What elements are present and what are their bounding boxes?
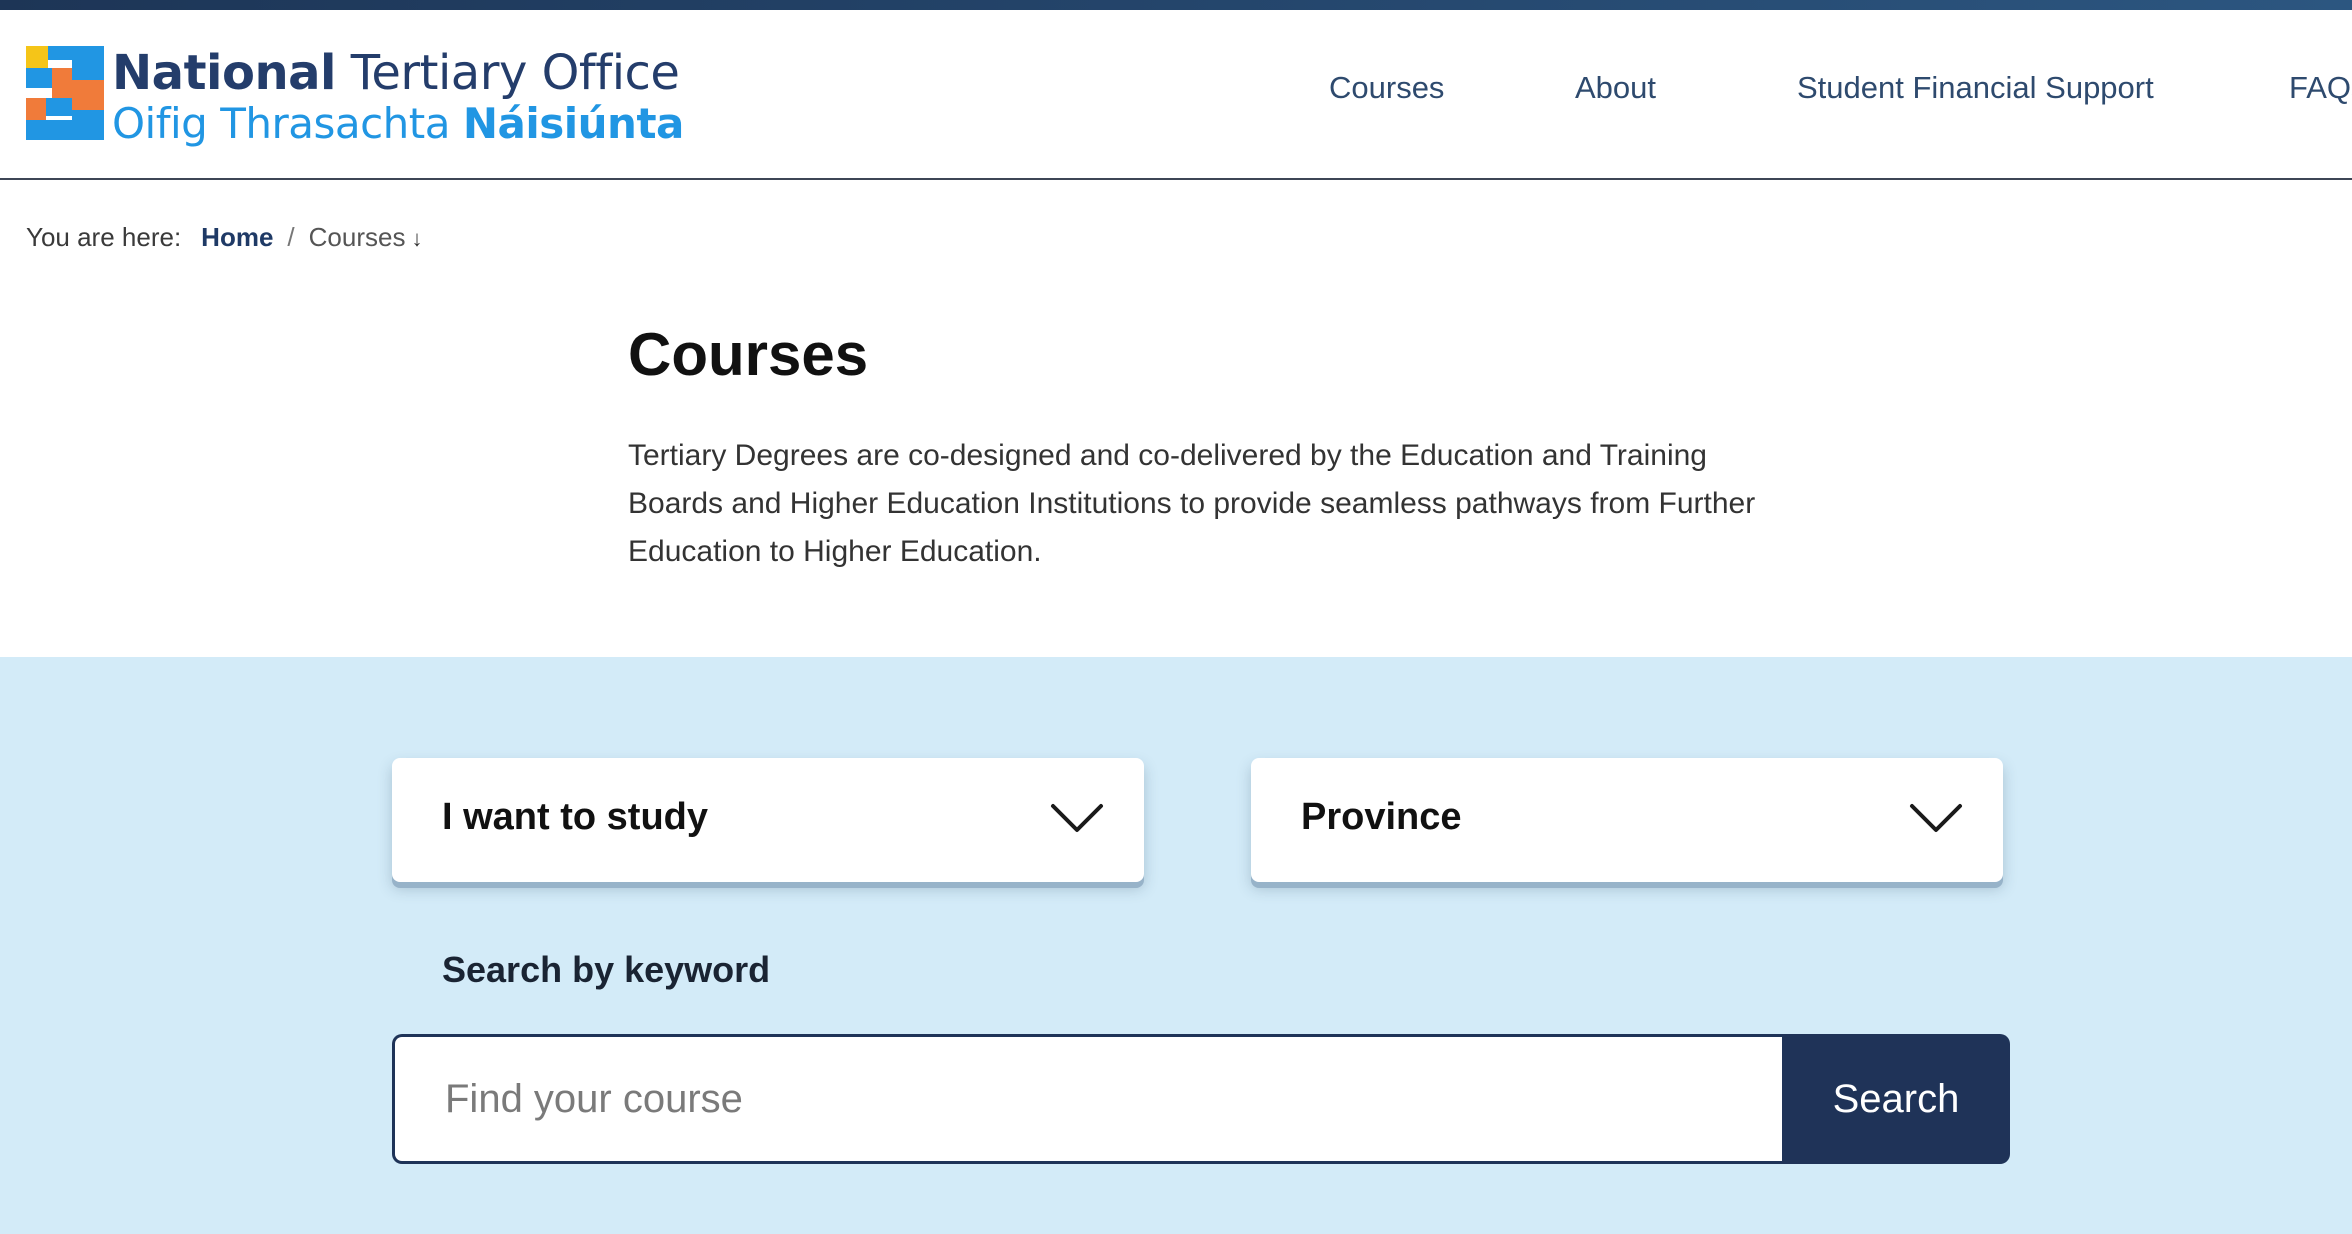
keyword-label: Search by keyword bbox=[442, 949, 771, 990]
page-intro: Tertiary Degrees are co-designed and co-… bbox=[628, 439, 1756, 568]
breadcrumb-current: Courses bbox=[308, 222, 406, 252]
breadcrumb-separator: / bbox=[287, 222, 295, 252]
arrow-down-icon: ↓ bbox=[411, 226, 423, 251]
site-header: National Tertiary Office Oifig Thrasacht… bbox=[0, 10, 2352, 180]
nav-item-faqs[interactable]: FAQs bbox=[2289, 70, 2352, 106]
page: National Tertiary Office Oifig Thrasacht… bbox=[0, 0, 2352, 1234]
course-search-input[interactable] bbox=[392, 1034, 1784, 1164]
course-search-panel: I want to study Province Search by keywo… bbox=[0, 657, 2352, 1234]
province-select-label: Province bbox=[1301, 796, 1462, 838]
breadcrumb-prefix: You are here: bbox=[26, 222, 182, 252]
page-title: Courses bbox=[628, 321, 869, 388]
chevron-down-icon bbox=[1910, 804, 1962, 832]
nav-item-student-financial-support[interactable]: Student Financial Support bbox=[1797, 70, 2154, 106]
search-button[interactable]: Search bbox=[1782, 1034, 2010, 1164]
breadcrumb-home-link[interactable]: Home bbox=[201, 222, 273, 252]
nav-item-courses[interactable]: Courses bbox=[1329, 70, 1444, 106]
breadcrumb: You are here: Home / Courses ↓ bbox=[26, 222, 422, 253]
top-strip bbox=[0, 0, 2352, 10]
nav-item-about[interactable]: About bbox=[1575, 70, 1656, 106]
study-select-label: I want to study bbox=[442, 796, 708, 838]
main-nav: Courses About Student Financial Support … bbox=[0, 70, 2352, 120]
chevron-down-icon bbox=[1051, 804, 1103, 832]
study-select[interactable]: I want to study bbox=[392, 758, 1144, 882]
province-select[interactable]: Province bbox=[1251, 758, 2003, 882]
